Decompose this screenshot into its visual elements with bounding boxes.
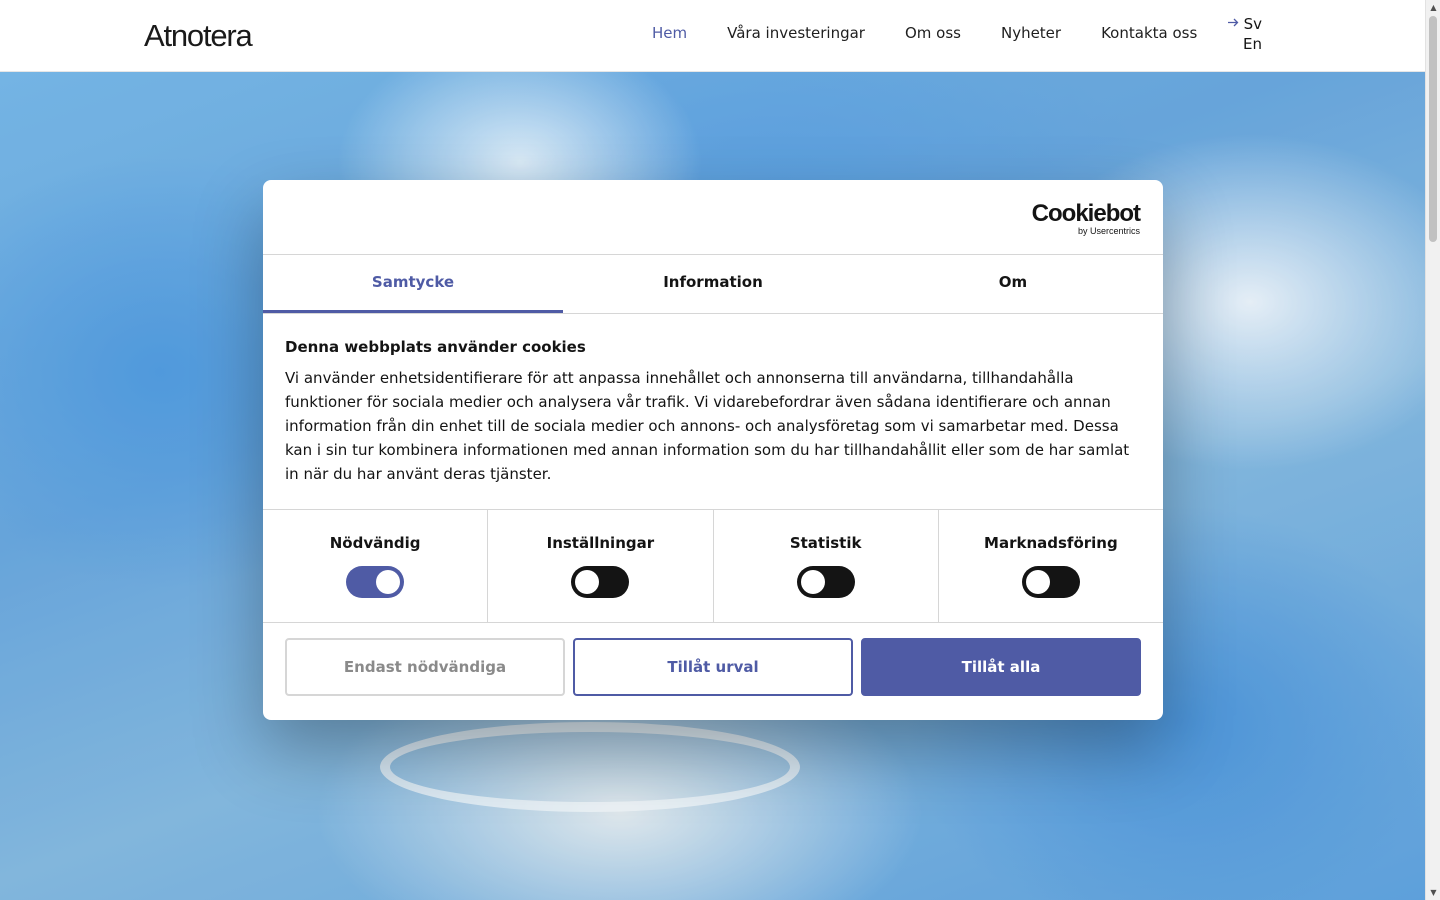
category-label: Nödvändig [329,534,421,552]
site-header: Atnotera Hem Våra investeringar Om oss N… [0,0,1425,72]
toggle-knob [800,570,825,594]
consent-categories: Nödvändig Inställningar Statistik Markna… [263,510,1163,623]
category-nodvandig: Nödvändig [263,510,489,622]
cookiebot-logo[interactable]: Cookiebot by Usercentrics [1031,200,1141,237]
toggle-knob [1025,570,1050,594]
consent-heading: Denna webbplats använder cookies [285,338,586,356]
toggle-knob [575,570,600,594]
scroll-down-arrow-icon[interactable]: ▼ [1426,885,1440,900]
nav-item-nyheter[interactable]: Nyheter [1001,24,1061,42]
tab-samtycke[interactable]: Samtycke [263,255,563,313]
category-marknadsforing: Marknadsföring [939,510,1163,622]
language-sv[interactable]: Sv [1244,14,1262,34]
dialog-header: Cookiebot by Usercentrics [263,180,1163,255]
site-logo[interactable]: Atnotera [144,18,253,54]
category-label: Statistik [789,534,862,552]
language-switcher: Sv En [1226,14,1262,54]
cookie-consent-dialog: Cookiebot by Usercentrics Samtycke Infor… [263,180,1163,720]
toggle-nodvandig[interactable] [346,566,405,598]
consent-content: Denna webbplats använder cookies Vi anvä… [263,314,1163,510]
consent-tabs: Samtycke Information Om [263,255,1163,314]
category-installningar: Inställningar [488,510,714,622]
scroll-up-arrow-icon[interactable]: ▲ [1426,0,1440,15]
tab-om[interactable]: Om [863,255,1163,313]
toggle-marknadsforing[interactable] [1021,566,1080,598]
arrow-right-icon [1227,14,1240,34]
page-scrollbar[interactable]: ▲ ▼ [1425,0,1440,900]
category-label: Marknadsföring [984,534,1118,552]
category-label: Inställningar [546,534,655,552]
brand-subtitle: by Usercentrics [1077,226,1140,236]
only-necessary-button[interactable]: Endast nödvändiga [285,638,565,696]
language-en[interactable]: En [1243,34,1262,54]
consent-body-text: Vi använder enhetsidentifierare för att … [285,369,1130,483]
toggle-statistik[interactable] [796,566,855,598]
tab-information[interactable]: Information [563,255,863,313]
toggle-installningar[interactable] [571,566,630,598]
brand-name: Cookiebot [1031,200,1141,227]
toggle-knob [376,570,401,594]
nav-item-om-oss[interactable]: Om oss [905,24,961,42]
nav-item-kontakta-oss[interactable]: Kontakta oss [1101,24,1197,42]
allow-selection-button[interactable]: Tillåt urval [573,638,853,696]
consent-buttons: Endast nödvändiga Tillåt urval Tillåt al… [263,623,1163,711]
category-statistik: Statistik [714,510,939,622]
scrollbar-thumb[interactable] [1429,16,1437,242]
nav-item-investeringar[interactable]: Våra investeringar [727,24,865,42]
main-nav: Hem Våra investeringar Om oss Nyheter Ko… [652,24,1237,42]
nav-item-hem[interactable]: Hem [652,24,687,42]
allow-all-button[interactable]: Tillåt alla [861,638,1141,696]
